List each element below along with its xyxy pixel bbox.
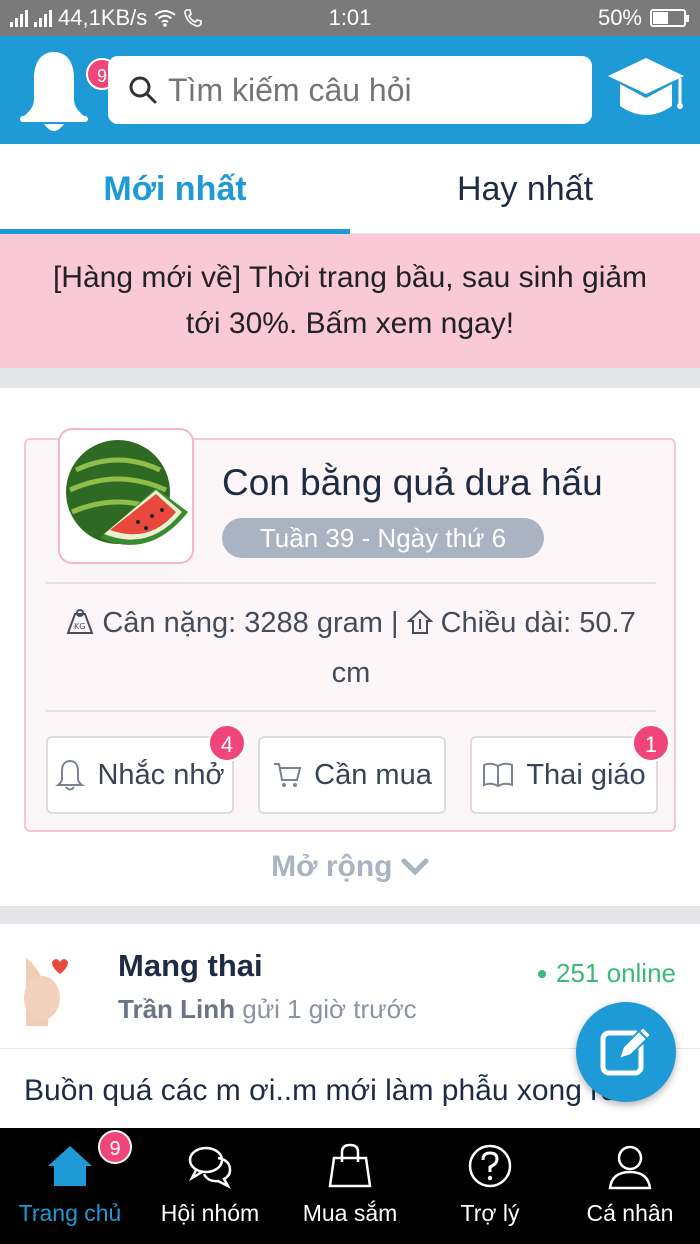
post-group-name[interactable]: Mang thai — [118, 948, 263, 984]
section-divider — [0, 368, 700, 388]
nav-groups[interactable]: Hội nhóm — [140, 1128, 280, 1244]
to-buy-label: Cần mua — [314, 758, 432, 791]
tab-best[interactable]: Hay nhất — [350, 144, 700, 234]
tab-newest[interactable]: Mới nhất — [0, 144, 350, 235]
chat-icon — [188, 1146, 232, 1189]
cart-icon — [274, 763, 302, 787]
search-box[interactable] — [108, 56, 592, 124]
compose-button[interactable] — [576, 1002, 676, 1102]
bell-icon — [55, 759, 86, 791]
status-bar: 44,1KB/s 1:01 50% — [0, 0, 700, 36]
reminder-button[interactable]: Nhắc nhở 4 — [46, 724, 246, 814]
nav-home[interactable]: Trang chủ 9 — [0, 1128, 140, 1244]
weight-icon: KG — [66, 609, 94, 634]
post-meta: Trần Linh gửi 1 giờ trước — [118, 994, 417, 1025]
clock: 1:01 — [328, 5, 372, 30]
app-header: 9 — [0, 36, 700, 144]
shopping-bag-icon — [328, 1143, 372, 1188]
nav-profile-label: Cá nhân — [586, 1200, 674, 1226]
nav-assistant-label: Trợ lý — [460, 1200, 520, 1226]
status-right: 50% — [597, 5, 689, 31]
group-avatar[interactable] — [22, 948, 74, 1026]
post-time: gửi 1 giờ trước — [242, 994, 417, 1024]
graduation-cap-icon[interactable] — [606, 54, 686, 126]
promo-banner[interactable]: [Hàng mới về] Thời trang bầu, sau sinh g… — [0, 234, 700, 368]
battery-icon — [650, 9, 689, 27]
battery-percent: 50% — [597, 5, 642, 30]
online-dot-icon — [538, 969, 546, 978]
notifications-button[interactable]: 9 — [18, 48, 118, 132]
expand-button[interactable]: Mở rộng — [0, 850, 700, 884]
watermelon-image — [58, 428, 194, 564]
notification-bell-icon — [20, 52, 88, 131]
expand-label: Mở rộng — [271, 850, 393, 883]
baby-weight: Cân nặng: 3288 gram | — [102, 607, 399, 639]
nav-profile[interactable]: Cá nhân — [560, 1128, 700, 1244]
pregnancy-week-badge: Tuần 39 - Ngày thứ 6 — [222, 518, 544, 558]
svg-text:KG: KG — [74, 622, 85, 631]
battery-fill — [653, 12, 668, 24]
chevron-down-icon — [401, 858, 429, 876]
search-icon — [129, 76, 157, 104]
nav-assistant[interactable]: Trợ lý — [420, 1128, 560, 1244]
feed-tabs: Mới nhất Hay nhất — [0, 144, 700, 235]
bottom-navigation: Trang chủ 9 Hội nhóm Mua sắm Trợ lý Cá n… — [0, 1128, 700, 1244]
nav-shopping-label: Mua sắm — [302, 1200, 398, 1226]
watermelon-icon — [66, 440, 188, 545]
baby-size-title: Con bằng quả dưa hấu — [222, 462, 603, 503]
to-buy-button[interactable]: Cần mua — [258, 736, 446, 814]
card-divider — [46, 582, 656, 584]
prenatal-education-badge: 1 — [632, 724, 670, 762]
reminder-label: Nhắc nhở — [97, 758, 225, 791]
prenatal-education-button[interactable]: Thai giáo 1 — [470, 724, 670, 814]
card-divider-2 — [46, 710, 656, 712]
section-divider-2 — [0, 906, 700, 924]
home-icon — [48, 1146, 92, 1186]
post-author[interactable]: Trần Linh — [118, 994, 235, 1024]
online-count: 251 online — [538, 958, 676, 989]
pregnant-belly-image — [22, 948, 74, 1026]
book-icon — [483, 762, 514, 788]
nav-home-label: Trang chủ — [18, 1200, 122, 1226]
prenatal-education-label: Thai giáo — [526, 758, 646, 791]
edit-icon — [600, 1025, 653, 1076]
baby-measurements: KG Cân nặng: 3288 gram | Chiều dài: 50.7… — [46, 598, 656, 698]
baby-size-card: Con bằng quả dưa hấu Tuần 39 - Ngày thứ … — [24, 428, 676, 832]
search-input[interactable] — [168, 71, 568, 109]
nav-home-badge: 9 — [98, 1130, 132, 1164]
nav-groups-label: Hội nhóm — [160, 1200, 260, 1226]
user-icon — [608, 1145, 652, 1190]
nav-shopping[interactable]: Mua sắm — [280, 1128, 420, 1244]
length-icon — [405, 609, 434, 634]
reminder-badge: 4 — [208, 724, 246, 762]
help-icon — [468, 1144, 512, 1188]
online-count-text: 251 online — [556, 958, 676, 988]
